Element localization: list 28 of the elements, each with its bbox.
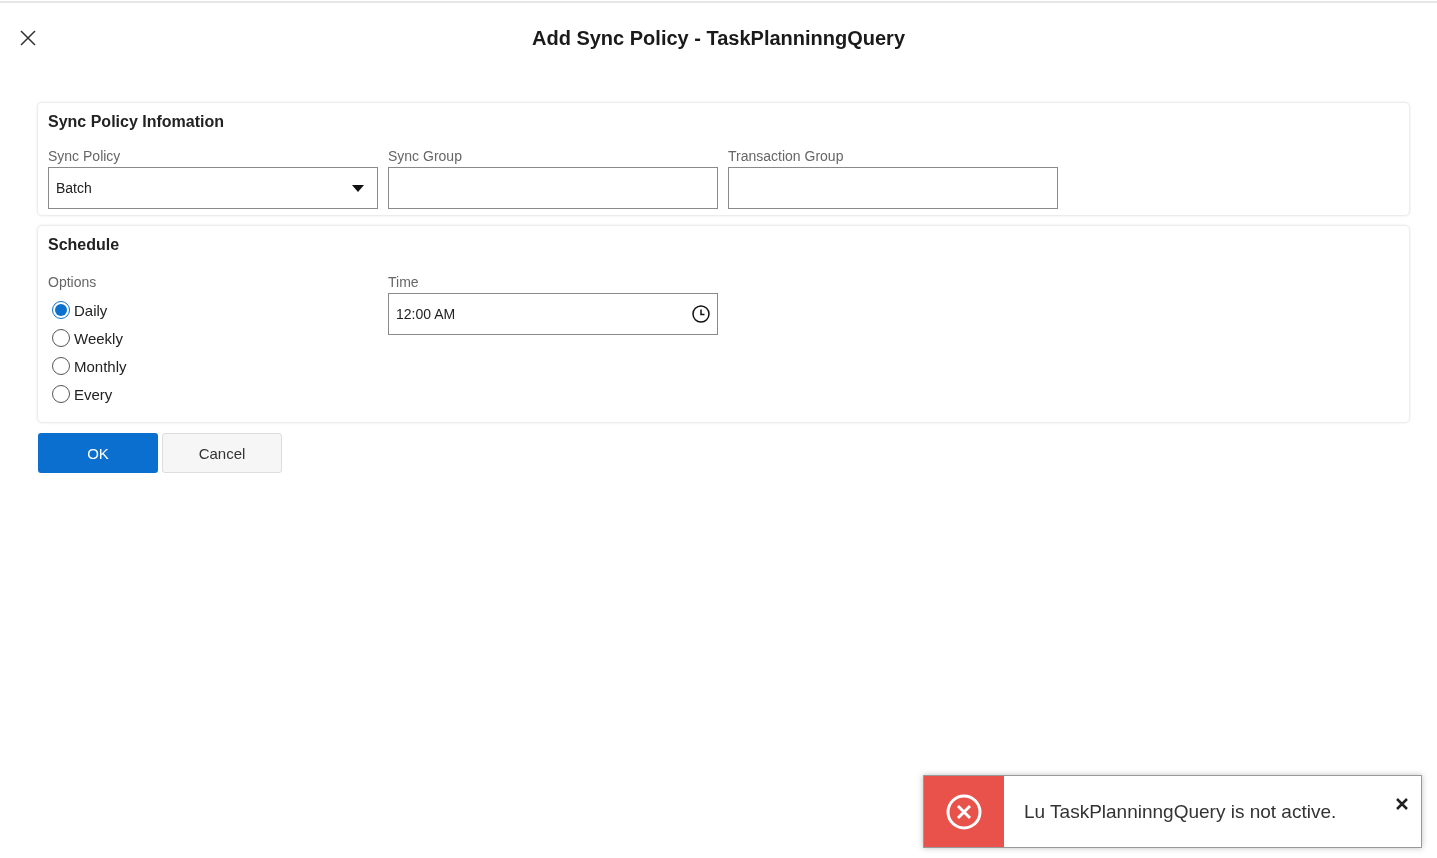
toast-message: Lu TaskPlanninngQuery is not active. xyxy=(1023,799,1338,824)
close-icon[interactable] xyxy=(1396,798,1408,810)
cancel-button[interactable]: Cancel xyxy=(162,433,282,473)
radio-label[interactable]: Monthly xyxy=(74,357,127,375)
field-label: Sync Group xyxy=(388,148,463,164)
ok-button[interactable]: OK xyxy=(38,433,158,473)
field-label: Time xyxy=(388,274,420,290)
dropdown[interactable]: Batch xyxy=(48,167,378,209)
time-field[interactable]: 12:00 AM xyxy=(388,293,718,335)
field-label: Options xyxy=(48,274,98,290)
radio-label[interactable]: Weekly xyxy=(74,329,123,347)
input-field[interactable] xyxy=(728,167,1058,209)
radio-button[interactable] xyxy=(52,385,70,403)
radio-button[interactable] xyxy=(52,357,70,375)
radio-button[interactable] xyxy=(52,329,70,347)
section-heading: Sync Policy Infomation xyxy=(48,113,226,131)
radio-button[interactable] xyxy=(52,301,70,319)
error-icon xyxy=(946,793,982,830)
input-field[interactable] xyxy=(388,167,718,209)
radio-label[interactable]: Daily xyxy=(74,301,108,319)
caret-icon xyxy=(352,184,364,192)
clock-icon[interactable] xyxy=(692,305,710,323)
close-icon[interactable] xyxy=(20,30,36,46)
dialog-title: Add Sync Policy - TaskPlanninngQuery xyxy=(531,26,905,50)
section-heading: Schedule xyxy=(48,236,121,254)
radio-label[interactable]: Every xyxy=(74,385,113,403)
field-label: Sync Policy xyxy=(48,148,122,164)
field-label: Transaction Group xyxy=(728,148,845,164)
